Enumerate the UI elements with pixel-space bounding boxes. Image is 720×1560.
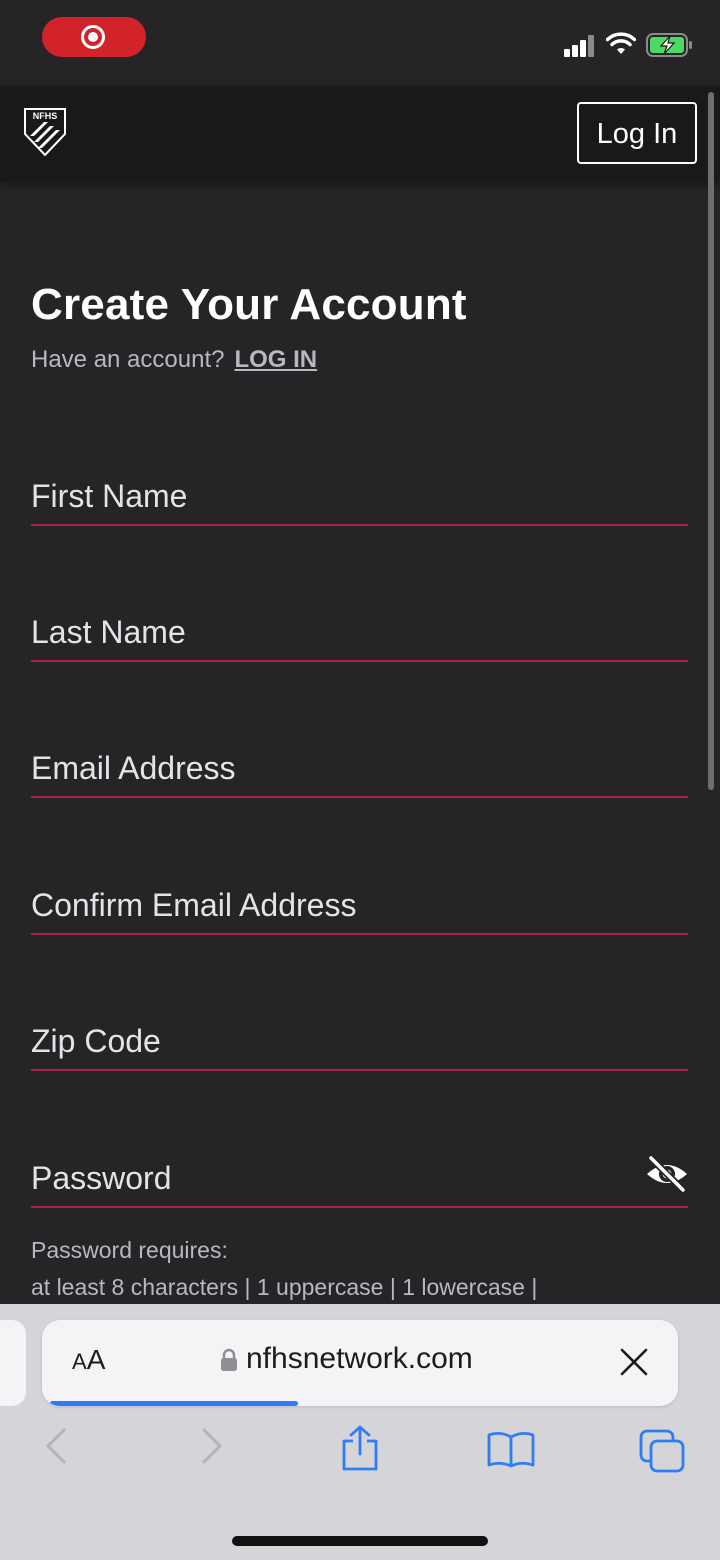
cellular-signal-icon bbox=[564, 33, 596, 57]
email-input[interactable] bbox=[31, 742, 688, 794]
password-requires-label: Password requires: bbox=[31, 1237, 228, 1263]
screen-recording-indicator[interactable] bbox=[42, 17, 146, 57]
text-size-large-a: A bbox=[86, 1344, 106, 1375]
book-icon[interactable] bbox=[486, 1430, 536, 1468]
page-title: Create Your Account bbox=[31, 280, 467, 329]
password-requirements: Password requires: at least 8 characters… bbox=[31, 1232, 537, 1306]
page-load-progress bbox=[50, 1401, 298, 1406]
confirm-email-input[interactable] bbox=[31, 879, 688, 931]
text-size-small-a: A bbox=[72, 1349, 87, 1374]
zip-code-field bbox=[31, 1015, 688, 1071]
confirm-email-field bbox=[31, 879, 688, 935]
browser-toolbar: AA nfhsnetwork.com bbox=[0, 1304, 720, 1560]
first-name-field bbox=[31, 470, 688, 526]
site-header: NFHS Log In bbox=[0, 86, 720, 182]
password-input[interactable] bbox=[31, 1152, 631, 1204]
nfhs-network-logo[interactable]: NFHS bbox=[24, 108, 66, 156]
share-icon[interactable] bbox=[340, 1424, 380, 1472]
first-name-input[interactable] bbox=[31, 470, 688, 522]
url-text: nfhsnetwork.com bbox=[246, 1342, 473, 1375]
chevron-left-icon[interactable] bbox=[42, 1426, 72, 1466]
header-login-button[interactable]: Log In bbox=[577, 102, 697, 164]
email-field bbox=[31, 742, 688, 798]
eye-slash-icon[interactable] bbox=[644, 1154, 690, 1194]
previous-tab-peek[interactable] bbox=[0, 1320, 26, 1406]
last-name-input[interactable] bbox=[31, 606, 688, 658]
lock-icon bbox=[221, 1348, 237, 1372]
close-icon[interactable] bbox=[619, 1347, 649, 1377]
wifi-icon bbox=[606, 32, 636, 54]
last-name-field bbox=[31, 606, 688, 662]
password-rules-list: at least 8 characters | 1 uppercase | 1 … bbox=[31, 1274, 538, 1300]
password-field bbox=[31, 1152, 688, 1208]
chevron-right-icon[interactable] bbox=[196, 1426, 226, 1466]
page-scrollbar[interactable] bbox=[708, 92, 714, 790]
svg-text:NFHS: NFHS bbox=[33, 111, 58, 121]
login-link[interactable]: LOG IN bbox=[234, 346, 317, 373]
address-bar[interactable]: AA nfhsnetwork.com bbox=[42, 1320, 678, 1406]
record-dot-icon bbox=[88, 32, 98, 42]
have-account-text: Have an account? bbox=[31, 346, 225, 373]
text-size-button[interactable]: AA bbox=[72, 1344, 105, 1376]
battery-charging-icon bbox=[646, 33, 692, 57]
have-account-prompt: Have an account? LOG IN bbox=[31, 346, 317, 374]
status-bar bbox=[0, 0, 720, 86]
url-display[interactable]: nfhsnetwork.com bbox=[220, 1342, 473, 1376]
zip-code-input[interactable] bbox=[31, 1015, 688, 1067]
home-indicator[interactable] bbox=[232, 1536, 488, 1546]
tabs-icon[interactable] bbox=[638, 1428, 686, 1474]
